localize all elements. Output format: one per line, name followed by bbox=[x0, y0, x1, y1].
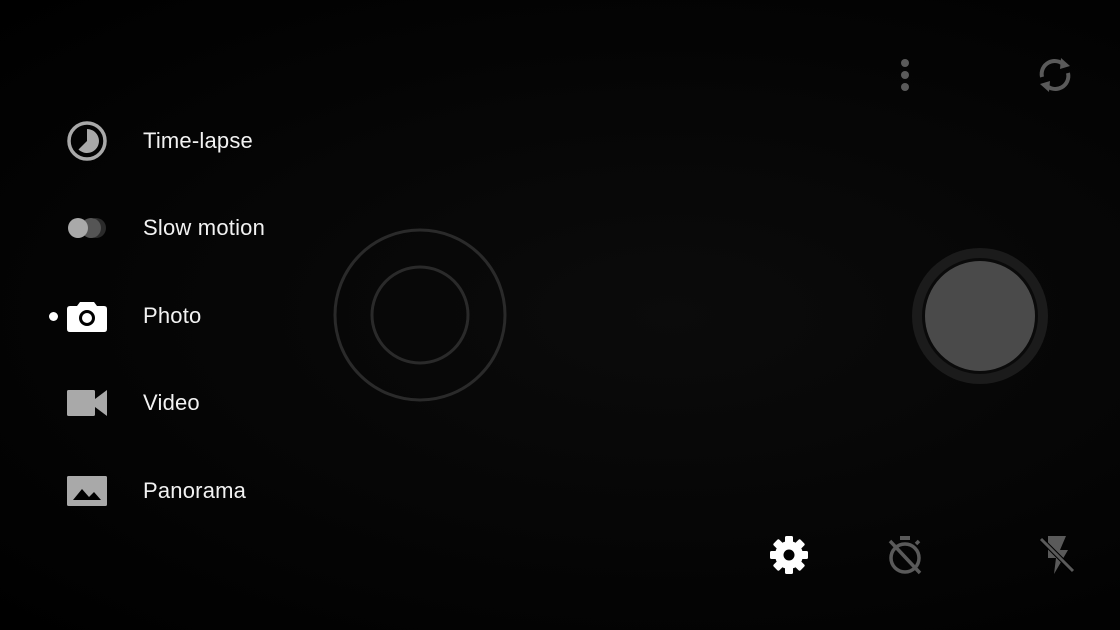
mode-item-slow-motion[interactable]: Slow motion bbox=[0, 197, 320, 257]
more-options-icon[interactable] bbox=[883, 53, 927, 97]
active-mode-indicator bbox=[49, 312, 58, 321]
mode-label: Video bbox=[143, 390, 200, 415]
mode-item-video[interactable]: Video bbox=[0, 372, 320, 432]
focus-indicator bbox=[333, 228, 507, 402]
mode-label: Slow motion bbox=[143, 215, 266, 240]
mode-item-time-lapse[interactable]: Time-lapse bbox=[0, 110, 320, 170]
settings-icon[interactable] bbox=[767, 533, 811, 577]
shutter-button[interactable] bbox=[912, 248, 1048, 384]
timer-off-icon[interactable] bbox=[883, 533, 927, 577]
slow-motion-icon bbox=[66, 207, 108, 249]
mode-label: Panorama bbox=[143, 478, 247, 503]
camera-icon bbox=[66, 295, 108, 337]
timelapse-icon bbox=[66, 120, 108, 162]
mode-label: Photo bbox=[143, 303, 202, 328]
mode-item-panorama[interactable]: Panorama bbox=[0, 460, 320, 520]
panorama-icon bbox=[66, 470, 108, 512]
mode-label: Time-lapse bbox=[143, 128, 253, 153]
mode-item-photo[interactable]: Photo bbox=[0, 285, 320, 345]
switch-camera-icon[interactable] bbox=[1033, 53, 1077, 97]
videocam-icon bbox=[66, 382, 108, 424]
flash-off-icon[interactable] bbox=[1035, 533, 1079, 577]
shutter-button-inner bbox=[922, 258, 1038, 374]
